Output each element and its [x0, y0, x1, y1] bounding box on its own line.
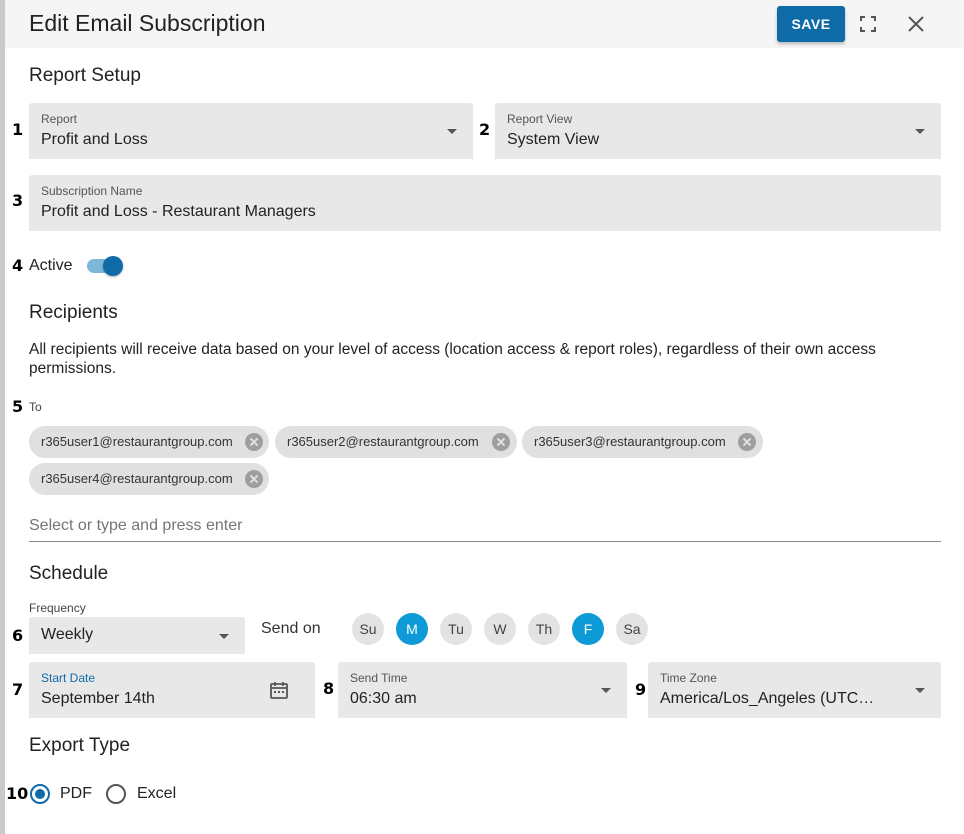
report-label: Report [41, 112, 78, 126]
start-date-value: September 14th [41, 690, 155, 707]
to-label: To [29, 400, 42, 414]
export-type-heading: Export Type [29, 735, 131, 756]
report-setup-heading: Report Setup [29, 65, 141, 86]
remove-chip-icon[interactable] [738, 433, 756, 451]
fullscreen-icon[interactable] [857, 13, 879, 35]
marker-number: 1 [12, 120, 24, 139]
save-button[interactable]: SAVE [777, 6, 845, 42]
pdf-label: PDF [60, 785, 92, 802]
send-on-label: Send on [261, 620, 321, 637]
marker-number: 2 [479, 120, 491, 139]
chevron-down-icon [601, 688, 611, 693]
day-toggle-thursday[interactable]: Th [528, 613, 560, 645]
marker-number: 5 [12, 397, 24, 416]
recipient-chip[interactable]: r365user2@restaurantgroup.com [275, 426, 517, 458]
marker-number: 10 [6, 784, 29, 803]
frequency-value: Weekly [41, 626, 94, 643]
report-value: Profit and Loss [41, 131, 148, 148]
marker-number: 8 [323, 679, 335, 698]
day-toggle-wednesday[interactable]: W [484, 613, 516, 645]
chevron-down-icon [915, 688, 925, 693]
marker-number: 7 [12, 680, 24, 699]
chip-label: r365user2@restaurantgroup.com [287, 434, 479, 449]
recipients-heading: Recipients [29, 302, 118, 323]
recipient-chip[interactable]: r365user4@restaurantgroup.com [29, 463, 269, 495]
excel-label: Excel [137, 785, 177, 802]
chip-label: r365user3@restaurantgroup.com [534, 434, 726, 449]
day-toggle-sunday[interactable]: Su [352, 613, 384, 645]
chevron-down-icon [447, 129, 457, 134]
remove-chip-icon[interactable] [245, 433, 263, 451]
recipient-chip[interactable]: r365user1@restaurantgroup.com [29, 426, 269, 458]
schedule-heading: Schedule [29, 563, 109, 584]
active-label: Active [29, 257, 73, 274]
subscription-name-field[interactable]: Subscription Name Profit and Loss - Rest… [29, 175, 941, 231]
day-toggle-monday[interactable]: M [396, 613, 428, 645]
excel-radio[interactable] [106, 784, 126, 804]
remove-chip-icon[interactable] [245, 470, 263, 488]
subscription-name-value: Profit and Loss - Restaurant Managers [41, 203, 316, 220]
day-toggle-friday[interactable]: F [572, 613, 604, 645]
send-time-label: Send Time [350, 671, 408, 685]
marker-number: 6 [12, 626, 24, 645]
recipient-input[interactable] [29, 510, 941, 542]
calendar-icon[interactable] [269, 680, 289, 700]
send-time-value: 06:30 am [350, 690, 417, 707]
day-toggle-saturday[interactable]: Sa [616, 613, 648, 645]
frequency-select[interactable]: Weekly [29, 617, 245, 654]
marker-number: 3 [12, 191, 24, 210]
edit-subscription-dialog: Edit Email Subscription SAVE Report Setu… [5, 0, 964, 834]
day-toggle-tuesday[interactable]: Tu [440, 613, 472, 645]
subscription-name-label: Subscription Name [41, 184, 143, 198]
dialog-title: Edit Email Subscription [29, 10, 266, 36]
toggle-thumb [103, 256, 123, 276]
close-icon[interactable] [905, 13, 927, 35]
time-zone-select[interactable]: Time Zone America/Los_Angeles (UTC… [648, 662, 941, 718]
report-view-select[interactable]: Report View System View [495, 103, 941, 159]
chip-label: r365user1@restaurantgroup.com [41, 434, 233, 449]
recipients-note: All recipients will receive data based o… [29, 341, 876, 377]
marker-number: 9 [635, 680, 647, 699]
report-select[interactable]: Report Profit and Loss [29, 103, 473, 159]
chevron-down-icon [915, 129, 925, 134]
chevron-down-icon [219, 634, 229, 639]
dialog-header: Edit Email Subscription SAVE [5, 0, 964, 48]
remove-chip-icon[interactable] [492, 433, 510, 451]
report-view-value: System View [507, 131, 600, 148]
send-time-select[interactable]: Send Time 06:30 am [338, 662, 627, 718]
recipient-chip[interactable]: r365user3@restaurantgroup.com [522, 426, 763, 458]
time-zone-value: America/Los_Angeles (UTC… [660, 690, 875, 707]
frequency-label: Frequency [29, 601, 86, 615]
pdf-radio[interactable] [30, 784, 50, 804]
active-toggle[interactable] [85, 256, 125, 276]
start-date-field[interactable]: Start Date September 14th [29, 662, 315, 718]
report-view-label: Report View [507, 112, 573, 126]
chip-label: r365user4@restaurantgroup.com [41, 471, 233, 486]
time-zone-label: Time Zone [660, 671, 717, 685]
start-date-label: Start Date [41, 671, 96, 685]
marker-number: 4 [12, 256, 24, 275]
